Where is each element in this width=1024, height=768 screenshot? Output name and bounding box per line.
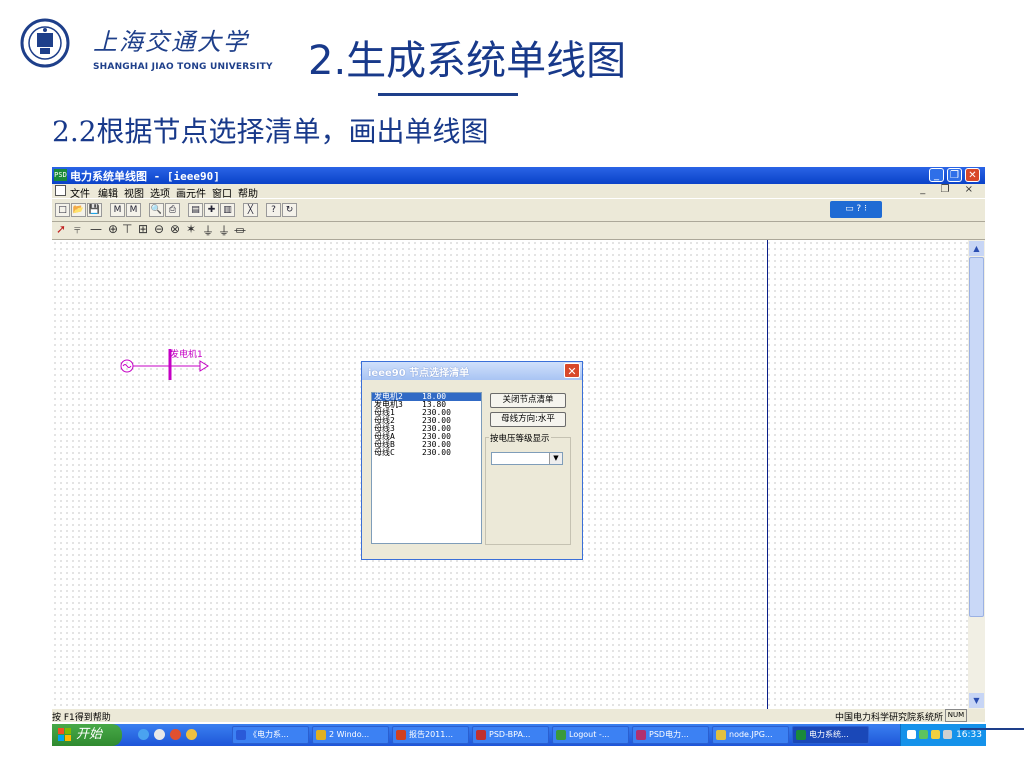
scroll-thumb[interactable] <box>969 257 984 617</box>
university-name-cn: 上海交通大学 <box>93 28 249 56</box>
taskbar-item[interactable]: PSD-BPA... <box>472 726 549 744</box>
delete-button[interactable]: ╳ <box>243 203 258 217</box>
save-button[interactable]: 💾 <box>87 203 102 217</box>
window-title: 电力系统单线图 - [ieee90] <box>70 170 220 183</box>
taskbar-item[interactable]: Logout -... <box>552 726 629 744</box>
pointer-tool-icon[interactable]: ➚ <box>56 222 66 236</box>
university-seal-logo <box>20 18 70 68</box>
word-icon <box>236 730 246 740</box>
taskbar-item[interactable]: 报告2011... <box>392 726 469 744</box>
status-bar: 按 F1得到帮助 中国电力科学研究院系统所 NUM <box>52 709 985 722</box>
refresh-button[interactable]: ↻ <box>282 203 297 217</box>
maximize-button[interactable]: ❐ <box>947 168 962 182</box>
windows-taskbar: 开始 《电力系... 2 Windo... 报告2011... PSD-BPA.… <box>52 724 986 746</box>
close-node-list-button[interactable]: 关闭节点清单 <box>490 393 566 408</box>
slide-subtitle: 2.2根据节点选择清单，画出单线图 <box>52 115 489 148</box>
quick-launch <box>134 727 224 743</box>
pdf-icon <box>476 730 486 740</box>
find-next-button[interactable]: M <box>126 203 141 217</box>
browser-icon <box>556 730 566 740</box>
document-icon[interactable] <box>55 185 66 196</box>
scroll-up-arrow-icon[interactable]: ▲ <box>969 241 984 256</box>
voltage-level-select[interactable]: ▼ <box>491 452 563 465</box>
tray-volume-icon[interactable] <box>931 730 940 739</box>
load-tool-icon[interactable]: ⊖ <box>154 222 164 236</box>
quick-launch-folder-icon[interactable] <box>186 729 197 740</box>
generator-tool-icon[interactable]: ⊕ <box>108 222 118 236</box>
open-file-button[interactable]: 📂 <box>71 203 86 217</box>
vertical-scrollbar[interactable]: ▲ ▼ <box>968 240 985 709</box>
print-preview-button[interactable]: 🔍 <box>149 203 164 217</box>
help-button[interactable]: ? <box>266 203 281 217</box>
drawing-canvas[interactable]: 发电机1 ieee90 节点选择清单 ✕ 发电机2 18.00 发电机3 13.… <box>52 240 968 709</box>
star-tool-icon[interactable]: ✶ <box>186 222 196 236</box>
app-icon: PSD <box>54 169 67 181</box>
taskbar-item[interactable]: PSD电力... <box>632 726 709 744</box>
standard-toolbar: □ 📂 💾 M M 🔍 ⎙ ▤ ✚ ▥ ╳ ? ↻ ▭ ? ⁝ <box>52 198 985 222</box>
app-window: PSD 电力系统单线图 - [ieee90] _ ❐ ✕ 文件 编辑 视图 选项… <box>52 167 985 722</box>
image-icon <box>716 730 726 740</box>
grid-tool-icon[interactable]: ⊞ <box>138 222 148 236</box>
tool-c-button[interactable]: ▥ <box>220 203 235 217</box>
windows-logo-icon <box>58 728 71 741</box>
bus-tool-icon[interactable]: ⫧ <box>74 222 81 237</box>
tool-b-button[interactable]: ✚ <box>204 203 219 217</box>
ground-tool-icon[interactable]: ⏚ <box>202 222 214 239</box>
num-lock-indicator: NUM <box>945 709 967 722</box>
capacitor-tool-icon[interactable]: ⏛ <box>234 222 246 239</box>
chevron-down-icon[interactable]: ▼ <box>549 453 562 464</box>
node-listbox[interactable]: 发电机2 18.00 发电机3 13.80 母线1 230.00 母线2 230… <box>371 392 482 544</box>
quick-launch-ie-icon[interactable] <box>138 729 149 740</box>
mdi-child-controls[interactable]: _ ❐ × <box>920 184 979 195</box>
tray-arrow-icon[interactable] <box>907 730 916 739</box>
motor-tool-icon[interactable]: ⊗ <box>170 222 180 236</box>
dialog-titlebar[interactable]: ieee90 节点选择清单 ✕ <box>362 362 582 380</box>
folder-icon <box>316 730 326 740</box>
generator-label: 发电机1 <box>170 350 203 360</box>
bus-direction-button[interactable]: 母线方向:水平 <box>490 412 566 427</box>
ground2-tool-icon[interactable]: ⏚ <box>218 222 230 239</box>
start-button[interactable]: 开始 <box>52 724 122 746</box>
minimize-button[interactable]: _ <box>929 168 944 182</box>
list-item[interactable]: 母线C 230.00 <box>372 449 481 457</box>
window-titlebar[interactable]: PSD 电力系统单线图 - [ieee90] _ ❐ ✕ <box>52 167 985 184</box>
title-underline <box>378 93 518 96</box>
close-button[interactable]: ✕ <box>965 168 980 182</box>
taskbar-item-active[interactable]: 电力系统... <box>792 726 869 744</box>
taskbar-item[interactable]: 《电力系... <box>232 726 309 744</box>
find-button[interactable]: M <box>110 203 125 217</box>
psd-app-icon <box>796 730 806 740</box>
transformer-tool-icon[interactable]: ⊤ <box>122 222 132 236</box>
dialog-title: ieee90 节点选择清单 <box>368 368 470 379</box>
taskbar-item[interactable]: node.JPG... <box>712 726 789 744</box>
quick-launch-app-icon[interactable] <box>170 729 181 740</box>
menu-bar: 文件 编辑 视图 选项 画元件 窗口 帮助 _ ❐ × <box>52 184 985 200</box>
voltage-level-label: 按电压等级显示 <box>489 432 551 444</box>
status-help-text: 按 F1得到帮助 <box>52 713 111 722</box>
status-org-text: 中国电力科学研究院系统所 <box>834 713 943 722</box>
node-selection-dialog: ieee90 节点选择清单 ✕ 发电机2 18.00 发电机3 13.80 母线… <box>361 361 583 560</box>
decorative-line <box>960 728 1024 730</box>
page-boundary-line <box>767 240 768 709</box>
tray-network-icon[interactable] <box>919 730 928 739</box>
line-tool-icon[interactable]: — <box>90 222 102 236</box>
tool-a-button[interactable]: ▤ <box>188 203 203 217</box>
taskbar-item[interactable]: 2 Windo... <box>312 726 389 744</box>
scroll-down-arrow-icon[interactable]: ▼ <box>969 693 984 708</box>
powerpoint-icon <box>396 730 406 740</box>
element-toolbar: ➚ ⫧ — ⊕ ⊤ ⊞ ⊖ ⊗ ✶ ⏚ ⏚ ⏛ <box>52 220 985 240</box>
dialog-close-button[interactable]: ✕ <box>564 363 580 378</box>
toolbar-widget[interactable]: ▭ ? ⁝ <box>830 201 882 218</box>
slide-title: 2.生成系统单线图 <box>308 38 627 84</box>
tray-monitor-icon[interactable] <box>943 730 952 739</box>
quick-launch-browser-icon[interactable] <box>154 729 165 740</box>
print-button[interactable]: ⎙ <box>165 203 180 217</box>
new-file-button[interactable]: □ <box>55 203 70 217</box>
university-name-en: SHANGHAI JIAO TONG UNIVERSITY <box>93 62 273 72</box>
psd-icon <box>636 730 646 740</box>
